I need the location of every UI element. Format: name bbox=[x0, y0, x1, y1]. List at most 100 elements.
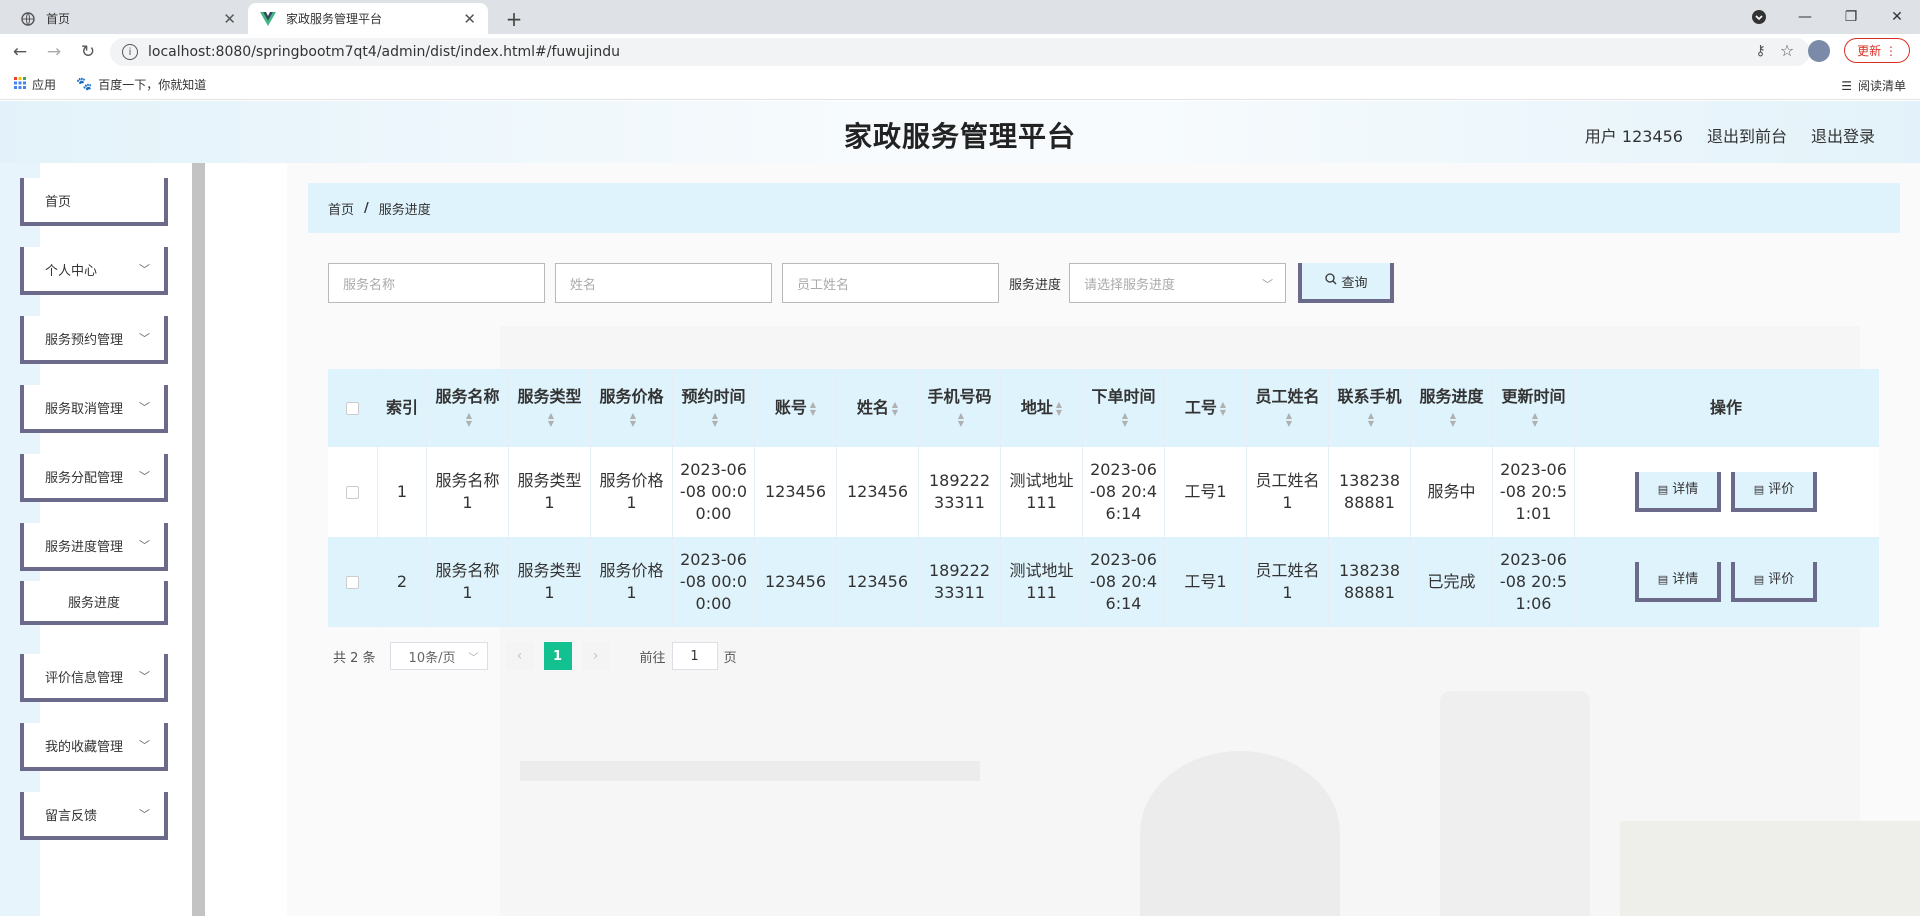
url-text: localhost:8080/springbootm7qt4/admin/dis… bbox=[148, 44, 621, 60]
row-checkbox[interactable] bbox=[346, 485, 359, 499]
vue-logo-icon bbox=[260, 11, 276, 27]
row-checkbox[interactable] bbox=[346, 575, 359, 589]
cell-staff-no: 工号1 bbox=[1165, 537, 1247, 627]
sort-icon[interactable]: ▲ ▼ bbox=[1532, 411, 1538, 428]
sidebar-item-feedback[interactable]: 留言反馈 ﹀ bbox=[20, 792, 168, 840]
cell-contact-phone: 13823888881 bbox=[1329, 537, 1411, 627]
sidebar-item-reviews[interactable]: 评价信息管理 ﹀ bbox=[20, 654, 168, 702]
browser-tab-home[interactable]: 首页 ✕ bbox=[8, 3, 248, 34]
review-button[interactable]: ▤ 评价 bbox=[1731, 562, 1817, 602]
breadcrumb-home[interactable]: 首页 bbox=[328, 199, 354, 218]
column-header[interactable]: 服务类型 ▲ ▼ bbox=[509, 369, 591, 447]
sort-icon[interactable]: ▲ ▼ bbox=[892, 400, 898, 417]
update-button[interactable]: 更新 ⋮ bbox=[1844, 38, 1910, 63]
minimize-icon[interactable]: — bbox=[1782, 0, 1828, 34]
service-name-input[interactable]: 服务名称 bbox=[328, 263, 545, 303]
back-icon[interactable]: ← bbox=[6, 38, 34, 66]
chevron-down-icon: ﹀ bbox=[139, 470, 150, 483]
cell-contact-phone: 13823888881 bbox=[1329, 447, 1411, 537]
sidebar-subitem-label: 服务进度 bbox=[67, 595, 120, 611]
header-label: 工号 bbox=[1184, 398, 1217, 417]
sort-icon[interactable]: ▲ ▼ bbox=[1056, 400, 1062, 417]
page-number-current[interactable]: 1 bbox=[543, 642, 572, 670]
bookmark-baidu[interactable]: 🐾 百度一下，你就知道 bbox=[76, 76, 206, 93]
sidebar-item-cancellation[interactable]: 服务取消管理 ﹀ bbox=[20, 385, 168, 433]
cell-staff-no: 工号1 bbox=[1165, 447, 1247, 537]
sort-icon[interactable]: ▲ ▼ bbox=[810, 400, 816, 417]
sidebar-item-personal-center[interactable]: 个人中心 ﹀ bbox=[20, 247, 168, 295]
progress-select[interactable]: 请选择服务进度 ﹀ bbox=[1069, 263, 1287, 303]
cell-name: 123456 bbox=[837, 447, 919, 537]
name-input[interactable]: 姓名 bbox=[555, 263, 772, 303]
prev-page-button[interactable]: ‹ bbox=[505, 642, 534, 670]
sidebar-scrollbar[interactable] bbox=[192, 161, 205, 916]
column-header[interactable]: 员工姓名 ▲ ▼ bbox=[1247, 369, 1329, 447]
close-icon[interactable]: ✕ bbox=[223, 10, 236, 28]
column-header[interactable]: 联系手机 ▲ ▼ bbox=[1329, 369, 1411, 447]
forward-icon[interactable]: → bbox=[40, 38, 68, 66]
sort-icon[interactable]: ▲ ▼ bbox=[712, 411, 718, 428]
staff-name-input[interactable]: 员工姓名 bbox=[782, 263, 999, 303]
sidebar-item-label: 服务预约管理 bbox=[45, 332, 124, 348]
close-icon[interactable]: ✕ bbox=[463, 10, 476, 28]
column-header[interactable]: 手机号码 ▲ ▼ bbox=[919, 369, 1001, 447]
sidebar-item-assignment[interactable]: 服务分配管理 ﹀ bbox=[20, 454, 168, 502]
sort-icon[interactable]: ▲ ▼ bbox=[1286, 411, 1292, 428]
detail-button[interactable]: ▤ 详情 bbox=[1635, 472, 1721, 512]
select-all-checkbox[interactable] bbox=[346, 401, 359, 415]
sidebar-item-label: 评价信息管理 bbox=[45, 670, 124, 686]
info-icon[interactable]: i bbox=[122, 44, 138, 60]
logout-link[interactable]: 退出登录 bbox=[1811, 123, 1875, 147]
browser-tab-platform[interactable]: 家政服务管理平台 ✕ bbox=[248, 3, 488, 34]
column-header[interactable]: 地址 ▲ ▼ bbox=[1001, 369, 1083, 447]
sort-icon[interactable]: ▲ ▼ bbox=[1450, 411, 1456, 428]
sort-icon[interactable]: ▲ ▼ bbox=[958, 411, 964, 428]
profile-avatar[interactable] bbox=[1808, 39, 1831, 62]
sort-icon[interactable]: ▲ ▼ bbox=[630, 411, 636, 428]
column-header[interactable]: 服务价格 ▲ ▼ bbox=[591, 369, 673, 447]
column-header[interactable]: 预约时间 ▲ ▼ bbox=[673, 369, 755, 447]
cell-phone: 18922233311 bbox=[919, 537, 1001, 627]
header-label: 预约时间 bbox=[681, 387, 746, 406]
sort-icon[interactable]: ▲ ▼ bbox=[548, 411, 554, 428]
sort-icon[interactable]: ▲ ▼ bbox=[1368, 411, 1374, 428]
query-button[interactable]: 查询 bbox=[1298, 263, 1395, 303]
sidebar-item-label: 服务进度管理 bbox=[45, 539, 124, 555]
column-header[interactable]: 更新时间 ▲ ▼ bbox=[1493, 369, 1575, 447]
cell-price: 服务价格1 bbox=[591, 537, 673, 627]
goto-page-input[interactable]: 1 bbox=[671, 642, 718, 670]
star-icon[interactable]: ☆ bbox=[1780, 41, 1794, 60]
key-icon[interactable]: ⚷ bbox=[1756, 43, 1766, 59]
sidebar-item-home[interactable]: 首页 bbox=[20, 178, 168, 226]
page-size-select[interactable]: 10条/页 ﹀ bbox=[389, 642, 488, 670]
sort-icon[interactable]: ▲ ▼ bbox=[1220, 400, 1226, 417]
window-close-icon[interactable]: ✕ bbox=[1874, 0, 1920, 34]
restore-icon[interactable]: ❐ bbox=[1828, 0, 1874, 34]
sidebar-item-favorites[interactable]: 我的收藏管理 ﹀ bbox=[20, 723, 168, 771]
sort-icon[interactable]: ▲ ▼ bbox=[466, 411, 472, 428]
detail-button[interactable]: ▤ 详情 bbox=[1635, 562, 1721, 602]
bookmark-apps[interactable]: 应用 bbox=[14, 76, 56, 93]
sort-icon[interactable]: ▲ ▼ bbox=[1122, 411, 1128, 428]
document-icon: ▤ bbox=[1657, 483, 1669, 496]
sidebar-subitem-progress[interactable]: 服务进度 bbox=[20, 581, 168, 625]
table-header: 索引 服务名称▲ ▼ 服务类型▲ ▼ 服务价格▲ ▼ 预约时间▲ ▼ 账号 ▲ ▼ 姓名 ▲ ▼… bbox=[328, 369, 1879, 447]
reading-list[interactable]: ☰ 阅读清单 bbox=[1841, 77, 1906, 94]
sidebar-item-progress[interactable]: 服务进度管理 ﹀ bbox=[20, 523, 168, 571]
column-header[interactable]: 账号 ▲ ▼ bbox=[755, 369, 837, 447]
reload-icon[interactable]: ↻ bbox=[74, 38, 102, 66]
column-header[interactable]: 姓名 ▲ ▼ bbox=[837, 369, 919, 447]
url-field[interactable]: i localhost:8080/springbootm7qt4/admin/d… bbox=[110, 38, 1810, 66]
sidebar-item-appointment[interactable]: 服务预约管理 ﹀ bbox=[20, 316, 168, 364]
table-row: 1 服务名称1 服务类型1 服务价格1 2023-06-08 00:00:00 … bbox=[328, 447, 1879, 537]
next-page-button[interactable]: › bbox=[581, 642, 610, 670]
tab-search-icon[interactable] bbox=[1736, 0, 1782, 34]
new-tab-button[interactable]: + bbox=[500, 5, 528, 33]
review-label: 评价 bbox=[1768, 572, 1795, 587]
back-to-front-link[interactable]: 退出到前台 bbox=[1707, 123, 1787, 147]
column-header[interactable]: 下单时间 ▲ ▼ bbox=[1083, 369, 1165, 447]
column-header[interactable]: 工号 ▲ ▼ bbox=[1165, 369, 1247, 447]
column-header[interactable]: 服务名称 ▲ ▼ bbox=[427, 369, 509, 447]
column-header[interactable]: 服务进度 ▲ ▼ bbox=[1411, 369, 1493, 447]
review-button[interactable]: ▤ 评价 bbox=[1731, 472, 1817, 512]
